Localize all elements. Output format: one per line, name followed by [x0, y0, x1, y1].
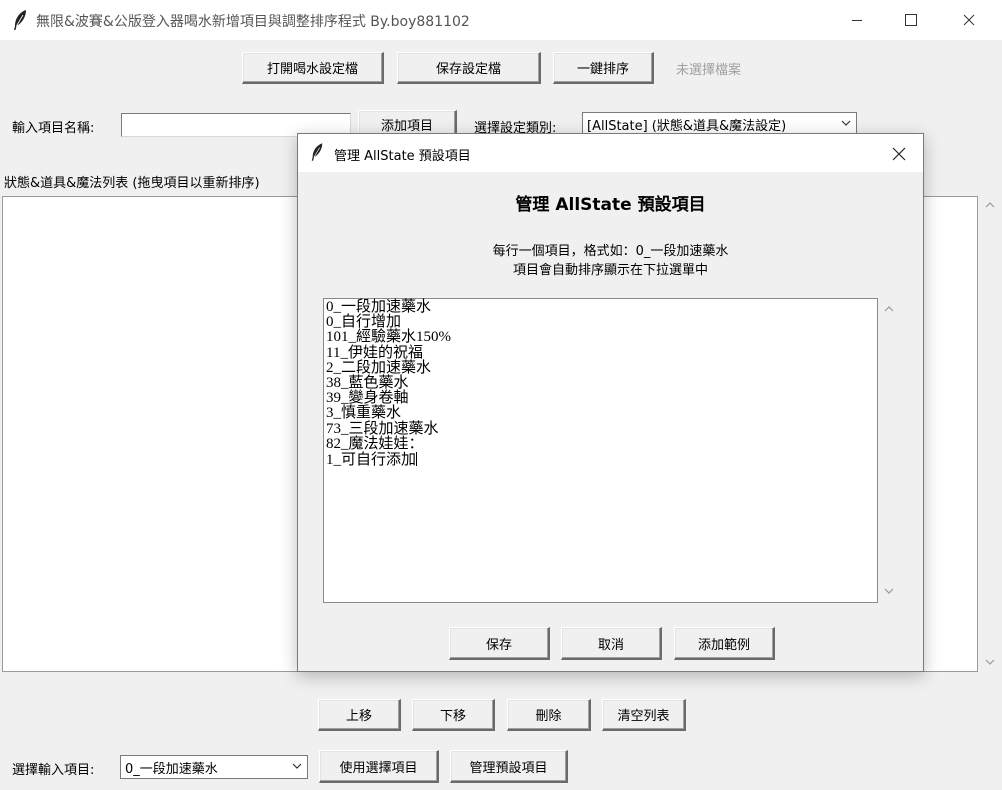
- feather-icon: [311, 143, 323, 161]
- feather-icon: [14, 10, 26, 30]
- dialog-title-bar[interactable]: 管理 AllState 預設項目: [298, 134, 923, 172]
- close-icon: [963, 14, 975, 26]
- preset-line: 2_二段加速藥水: [326, 359, 432, 376]
- text-cursor: [416, 452, 418, 467]
- select-item-label: 選擇輸入項目:: [12, 763, 95, 778]
- preset-line: 38_藍色藥水: [326, 375, 409, 392]
- preset-line: 101_經驗藥水150%: [326, 329, 451, 346]
- dialog-cancel-button[interactable]: 取消: [561, 627, 662, 660]
- window-title: 無限&波賽&公版登入器喝水新增項目與調整排序程式 By.boy881102: [36, 14, 470, 30]
- maximize-icon: [905, 14, 917, 26]
- minimize-button[interactable]: [834, 0, 880, 40]
- dialog-description-line-2: 項目會自動排序顯示在下拉選單中: [512, 263, 708, 278]
- preset-item-select[interactable]: 0_一段加速藥水: [120, 755, 308, 779]
- close-icon: [892, 147, 906, 161]
- clear-list-button[interactable]: 清空列表: [602, 699, 686, 731]
- save-config-button[interactable]: 保存設定檔: [397, 52, 541, 84]
- delete-button[interactable]: 刪除: [507, 699, 591, 731]
- manage-presets-button[interactable]: 管理預設項目: [450, 750, 568, 783]
- chevron-down-icon: [292, 763, 302, 769]
- dialog-heading: 管理 AllState 預設項目: [515, 195, 706, 215]
- textarea-scrollbar[interactable]: [878, 298, 900, 603]
- preset-item-select-value: 0_一段加速藥水: [125, 762, 218, 777]
- manage-presets-dialog[interactable]: 管理 AllState 預設項目 管理 AllState 預設項目 每行一個項目…: [297, 133, 924, 672]
- close-button[interactable]: [946, 0, 992, 40]
- minimize-icon: [852, 20, 862, 21]
- dialog-description-line-1: 每行一個項目，格式如：0_一段加速藥水: [492, 244, 729, 259]
- preset-line: 1_可自行添加: [326, 452, 417, 469]
- preset-line: 11_伊娃的祝福: [326, 344, 423, 361]
- move-down-button[interactable]: 下移: [412, 699, 495, 731]
- dialog-title: 管理 AllState 預設項目: [334, 149, 471, 164]
- item-name-label: 輸入項目名稱:: [12, 121, 95, 136]
- list-scrollbar[interactable]: [978, 194, 1002, 674]
- open-config-button[interactable]: 打開喝水設定檔: [242, 52, 384, 84]
- preset-line: 73_三段加速藥水: [326, 420, 439, 437]
- preset-line: 82_魔法娃娃：: [326, 435, 424, 452]
- dialog-save-button[interactable]: 保存: [449, 627, 550, 660]
- scroll-up-icon[interactable]: [884, 304, 894, 312]
- category-select-value: [AllState] (狀態&道具&魔法設定): [587, 119, 787, 134]
- title-bar[interactable]: 無限&波賽&公版登入器喝水新增項目與調整排序程式 By.boy881102: [0, 0, 1002, 40]
- list-label: 狀態&道具&魔法列表 (拖曳項目以重新排序): [4, 176, 260, 191]
- scroll-up-icon[interactable]: [985, 200, 995, 208]
- dialog-close-button[interactable]: [876, 134, 922, 174]
- scroll-down-icon[interactable]: [884, 588, 894, 596]
- maximize-button[interactable]: [888, 0, 934, 40]
- move-up-button[interactable]: 上移: [318, 699, 401, 731]
- scroll-down-icon[interactable]: [985, 659, 995, 667]
- preset-line: 39_變身卷軸: [326, 390, 409, 407]
- preset-line: 0_一段加速藥水: [326, 299, 432, 315]
- preset-line: 3_慎重藥水: [326, 405, 402, 422]
- presets-textarea[interactable]: 0_一段加速藥水 0_自行增加 101_經驗藥水150% 11_伊娃的祝福 2_…: [323, 298, 878, 603]
- add-example-button[interactable]: 添加範例: [674, 627, 775, 660]
- use-selected-button[interactable]: 使用選擇項目: [319, 750, 439, 783]
- chevron-down-icon: [841, 120, 851, 126]
- file-status-label: 未選擇檔案: [676, 63, 742, 78]
- sort-button[interactable]: 一鍵排序: [553, 52, 654, 84]
